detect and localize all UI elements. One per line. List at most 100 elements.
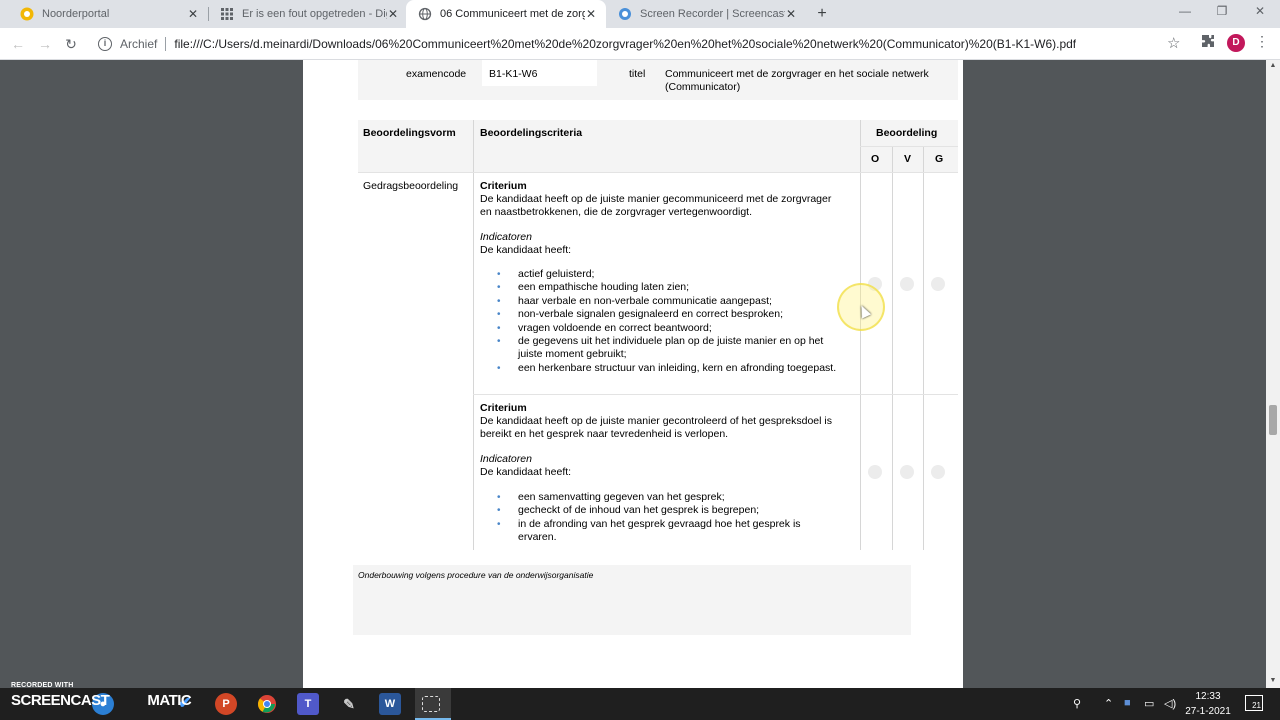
- chevron-up-icon[interactable]: ⌃: [1104, 697, 1113, 710]
- rating-o-radio[interactable]: [868, 465, 882, 479]
- criterium-text-line2: en naastbetrokkenen, die de zorgvrager v…: [480, 206, 753, 218]
- row-label-gedragsbeoordeling: Gedragsbeoordeling: [363, 180, 459, 192]
- forward-arrow-icon[interactable]: →: [36, 35, 54, 53]
- onderbouwing-label: Onderbouwing volgens procedure van de on…: [358, 570, 594, 580]
- titel-value-line1: Communiceert met de zorgvrager en het so…: [665, 68, 929, 80]
- watermark-logo: SCREENCAST MATIC: [11, 692, 192, 709]
- avatar[interactable]: D: [1227, 34, 1245, 52]
- indicator-list: actief geluisterd; een empathische houdi…: [497, 268, 848, 376]
- col-header-v: V: [904, 153, 912, 165]
- globe-favicon-icon: [418, 7, 432, 21]
- reload-icon[interactable]: ↻: [62, 35, 80, 53]
- col-header-beoordelingsvorm: Beoordelingsvorm: [363, 127, 456, 139]
- watermark-caption: RECORDED WITH: [11, 682, 74, 689]
- chrome-icon[interactable]: [256, 693, 278, 715]
- snipping-tool-icon[interactable]: [422, 696, 440, 712]
- criterium-text-line2: bereikt en het gesprek naar tevredenheid…: [480, 428, 729, 440]
- battery-icon[interactable]: ▭: [1144, 697, 1154, 710]
- list-item: een empathische houding laten zien;: [497, 281, 848, 295]
- table-divider: [473, 394, 958, 395]
- new-tab-button[interactable]: +: [813, 5, 831, 23]
- criterium-heading: Criterium: [480, 402, 527, 414]
- url-text[interactable]: file:///C:/Users/d.meinardi/Downloads/06…: [174, 37, 1076, 51]
- minimize-icon[interactable]: —: [1175, 4, 1195, 18]
- word-icon[interactable]: W: [379, 693, 401, 715]
- close-icon[interactable]: ✕: [186, 7, 200, 21]
- close-icon[interactable]: ✕: [784, 7, 798, 21]
- col-header-o: O: [871, 153, 880, 165]
- list-item: vragen voldoende en correct beantwoord;: [497, 322, 848, 336]
- rating-g-radio[interactable]: [931, 465, 945, 479]
- teams-tray-icon[interactable]: ■: [1124, 697, 1131, 709]
- table-divider: [473, 120, 474, 550]
- tab-screen-recorder[interactable]: Screen Recorder | Screencast-O-M ✕: [606, 0, 806, 28]
- col-header-beoordeling: Beoordeling: [876, 127, 938, 139]
- titel-value-line2: (Communicator): [665, 81, 741, 93]
- extensions-puzzle-icon[interactable]: [1201, 34, 1215, 51]
- tab-strip: Noorderportal ✕ Er is een fout opgetrede…: [0, 0, 1280, 28]
- close-icon[interactable]: ✕: [386, 7, 400, 21]
- address-bar[interactable]: i Archief file:///C:/Users/d.meinardi/Do…: [92, 32, 1192, 56]
- pdf-viewport[interactable]: examencode B1-K1-W6 titel Communiceert m…: [0, 60, 1280, 688]
- table-divider: [860, 146, 958, 147]
- tab-label: Screen Recorder | Screencast-O-M: [640, 8, 785, 20]
- security-label: Archief: [120, 37, 158, 51]
- paint-icon[interactable]: ✎: [338, 693, 360, 715]
- scroll-down-icon[interactable]: ▼: [1269, 677, 1277, 684]
- table-divider: [358, 172, 958, 173]
- system-clock[interactable]: 12:33 27-1-2021: [1181, 688, 1235, 719]
- powerpoint-icon[interactable]: P: [215, 693, 237, 715]
- tab-noorderportal[interactable]: Noorderportal ✕: [8, 0, 208, 28]
- maximize-icon[interactable]: ❐: [1212, 4, 1232, 18]
- screencast-favicon-icon: [618, 7, 632, 21]
- scroll-up-icon[interactable]: ▲: [1269, 62, 1277, 69]
- criterium-text-line1: De kandidaat heeft op de juiste manier g…: [480, 415, 832, 427]
- clock-time: 12:33: [1195, 691, 1221, 702]
- indicatoren-heading: Indicatoren: [480, 453, 532, 465]
- kebab-menu-icon[interactable]: ⋮: [1255, 33, 1269, 50]
- teams-icon[interactable]: T: [297, 693, 319, 715]
- col-header-beoordelingscriteria: Beoordelingscriteria: [480, 127, 583, 139]
- back-arrow-icon[interactable]: ←: [9, 35, 27, 53]
- notification-center-icon[interactable]: 21: [1245, 695, 1263, 711]
- list-item: in de afronding van het gesprek gevraagd…: [497, 518, 828, 545]
- volume-icon[interactable]: ◁): [1164, 697, 1176, 710]
- pdf-page: examencode B1-K1-W6 titel Communiceert m…: [303, 60, 963, 688]
- col-header-g: G: [935, 153, 944, 165]
- info-icon[interactable]: i: [98, 37, 112, 51]
- noorderportal-favicon-icon: [20, 7, 34, 21]
- grid-favicon-icon: [220, 7, 234, 21]
- list-item: een samenvatting gegeven van het gesprek…: [497, 491, 828, 505]
- criterium-text-line1: De kandidaat heeft op de juiste manier g…: [480, 193, 832, 205]
- indicatoren-heading: Indicatoren: [480, 231, 532, 243]
- browser-toolbar: ← → ↻ i Archief file:///C:/Users/d.meina…: [0, 28, 1280, 60]
- list-item: een herkenbare structuur van inleiding, …: [497, 362, 848, 376]
- tab-label: 06 Communiceert met de zorgvr: [440, 8, 585, 20]
- indicatoren-intro: De kandidaat heeft:: [480, 244, 572, 256]
- tab-pdf-document[interactable]: 06 Communiceert met de zorgvr ✕: [406, 0, 606, 28]
- tab-fout-opgetreden[interactable]: Er is een fout opgetreden - Digib ✕: [208, 0, 408, 28]
- list-item: haar verbale en non-verbale communicatie…: [497, 295, 848, 309]
- close-icon[interactable]: ✕: [584, 7, 598, 21]
- tab-label: Noorderportal: [42, 8, 110, 20]
- people-icon[interactable]: ⚲: [1073, 697, 1081, 710]
- table-divider: [860, 120, 861, 550]
- titel-label: titel: [629, 68, 646, 80]
- criterium-heading: Criterium: [480, 180, 527, 192]
- indicator-list: een samenvatting gegeven van het gesprek…: [497, 491, 828, 545]
- list-item: non-verbale signalen gesignaleerd en cor…: [497, 308, 848, 322]
- window-close-icon[interactable]: ✕: [1250, 4, 1270, 18]
- star-icon[interactable]: ☆: [1167, 34, 1180, 52]
- rating-g-radio[interactable]: [931, 277, 945, 291]
- rating-v-radio[interactable]: [900, 277, 914, 291]
- omnibox-divider: [165, 37, 167, 51]
- list-item: actief geluisterd;: [497, 268, 848, 282]
- watermark-logo-text: SCREENCAST: [11, 692, 110, 709]
- scroll-thumb[interactable]: [1269, 405, 1277, 435]
- list-item: de gegevens uit het individuele plan op …: [497, 335, 848, 362]
- scrollbar[interactable]: ▲ ▼: [1266, 60, 1280, 688]
- rating-v-radio[interactable]: [900, 465, 914, 479]
- table-divider: [892, 146, 893, 550]
- table-divider: [923, 146, 924, 550]
- tab-label: Er is een fout opgetreden - Digib: [242, 8, 387, 20]
